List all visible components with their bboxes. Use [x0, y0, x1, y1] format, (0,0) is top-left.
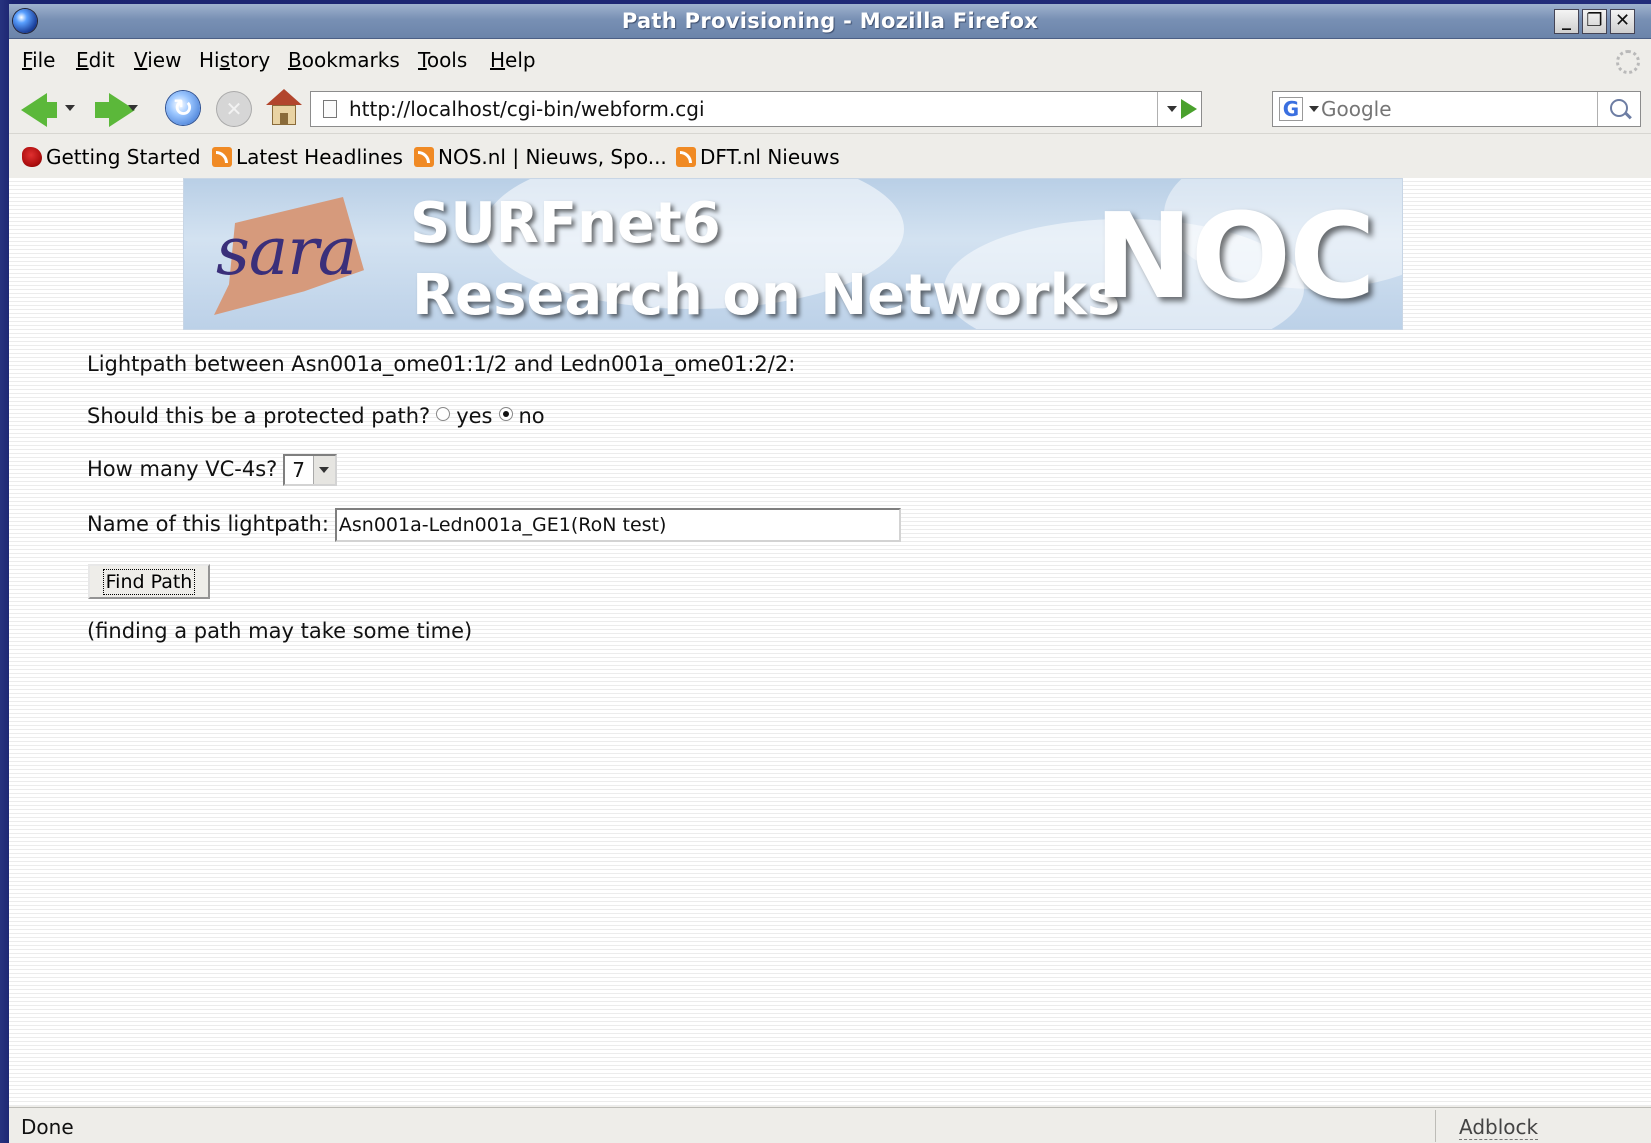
- window-title: Path Provisioning - Mozilla Firefox: [621, 9, 1039, 33]
- bookmark-latest-headlines[interactable]: Latest Headlines: [212, 145, 403, 169]
- bookmark-getting-started[interactable]: Getting Started: [22, 145, 201, 169]
- menu-history-prefix: Hi: [199, 48, 220, 72]
- search-button[interactable]: [1597, 92, 1642, 126]
- throbber-icon: [1616, 50, 1640, 74]
- lightpath-name-row: Name of this lightpath:: [87, 508, 901, 542]
- home-icon: [266, 89, 302, 105]
- banner-subtitle: Research on Networks: [412, 263, 1121, 328]
- menu-help-mnemonic: H: [490, 48, 506, 72]
- forward-history-dropdown-icon[interactable]: [128, 105, 138, 111]
- rss-icon: [676, 147, 696, 167]
- menu-tools-label: ools: [426, 48, 468, 72]
- find-path-button[interactable]: Find Path: [88, 564, 210, 599]
- vc4-dropdown-button[interactable]: [313, 456, 336, 484]
- adblock-button[interactable]: Adblock: [1459, 1115, 1539, 1140]
- url-input[interactable]: [349, 97, 1129, 121]
- close-button[interactable]: ✕: [1610, 9, 1635, 34]
- menu-file-label: ile: [32, 48, 56, 72]
- bookmark-label: Latest Headlines: [236, 145, 403, 169]
- menu-view-mnemonic: V: [134, 48, 148, 72]
- protected-yes-radio[interactable]: [436, 407, 451, 421]
- search-engine-dropdown-icon[interactable]: [1309, 106, 1319, 112]
- page-content: sara SURFnet6 Research on Networks NOC L…: [9, 178, 1651, 1106]
- menu-help-label: elp: [505, 48, 536, 72]
- bookmark-label: NOS.nl | Nieuws, Spo...: [438, 145, 667, 169]
- status-text: Done: [21, 1115, 74, 1139]
- stop-button[interactable]: ✕: [217, 92, 251, 126]
- menu-history-label: tory: [230, 48, 271, 72]
- menu-history-mnemonic: s: [219, 48, 231, 72]
- lightpath-name-input[interactable]: [334, 508, 901, 542]
- bookmark-dft-nl[interactable]: DFT.nl Nieuws: [676, 145, 840, 169]
- banner-title: SURFnet6: [410, 191, 721, 256]
- home-button[interactable]: [266, 89, 302, 125]
- header-banner: sara SURFnet6 Research on Networks NOC: [183, 178, 1403, 330]
- go-arrow-icon: [1181, 99, 1197, 119]
- reload-button[interactable]: ↻: [166, 91, 200, 125]
- go-button[interactable]: [1173, 92, 1201, 126]
- navigation-toolbar: ↻ ✕ G: [9, 79, 1651, 133]
- menu-edit-label: dit: [88, 48, 115, 72]
- lightpath-description: Lightpath between Asn001a_ome01:1/2 and …: [87, 352, 796, 376]
- menu-tools[interactable]: Tools: [418, 48, 467, 72]
- google-engine-icon[interactable]: G: [1279, 97, 1303, 121]
- protected-yes-label[interactable]: yes: [456, 404, 492, 428]
- minimize-icon: _: [1562, 10, 1571, 31]
- page-icon: [323, 100, 337, 118]
- title-bar: Path Provisioning - Mozilla Firefox _ ❐ …: [9, 4, 1651, 39]
- vc4-row: How many VC-4s? 7: [87, 454, 338, 486]
- status-divider: [1435, 1110, 1436, 1142]
- stop-icon: ✕: [225, 97, 243, 121]
- menu-bookmarks-label: ookmarks: [301, 48, 400, 72]
- protected-no-label[interactable]: no: [519, 404, 545, 428]
- bookmark-label: Getting Started: [46, 145, 201, 169]
- search-input[interactable]: [1321, 97, 1581, 121]
- menu-tools-mnemonic: T: [418, 48, 427, 72]
- back-button[interactable]: [43, 102, 57, 118]
- back-history-dropdown-icon[interactable]: [65, 105, 75, 111]
- protected-no-radio[interactable]: [498, 407, 513, 421]
- restore-icon: ❐: [1586, 10, 1603, 31]
- rss-icon: [414, 147, 434, 167]
- menu-bar: File Edit View History Bookmarks Tools H…: [9, 40, 1651, 78]
- menu-help[interactable]: Help: [490, 48, 536, 72]
- reload-icon: ↻: [172, 94, 194, 122]
- browser-window: Path Provisioning - Mozilla Firefox _ ❐ …: [9, 4, 1651, 1143]
- search-bar[interactable]: G: [1272, 91, 1641, 127]
- rss-icon: [212, 147, 232, 167]
- sara-logo: sara: [216, 213, 357, 290]
- menu-history[interactable]: History: [199, 48, 270, 72]
- restore-button[interactable]: ❐: [1582, 9, 1607, 34]
- lightpath-name-label: Name of this lightpath:: [87, 512, 329, 536]
- menu-view-label: iew: [147, 48, 182, 72]
- status-bar: Done Adblock: [9, 1107, 1651, 1143]
- menu-view[interactable]: View: [134, 48, 181, 72]
- bookmark-label: DFT.nl Nieuws: [700, 145, 840, 169]
- url-bar[interactable]: [310, 91, 1202, 127]
- menu-bookmarks[interactable]: Bookmarks: [288, 48, 400, 72]
- vc4-question: How many VC-4s?: [87, 457, 278, 481]
- home-icon-door: [280, 113, 288, 125]
- menu-file-mnemonic: F: [22, 48, 33, 72]
- vc4-selected-value: 7: [292, 458, 306, 482]
- bookmark-nos-nl[interactable]: NOS.nl | Nieuws, Spo...: [414, 145, 667, 169]
- chevron-down-icon: [319, 467, 330, 473]
- magnifier-handle: [1624, 111, 1632, 120]
- firefox-icon: [22, 147, 42, 167]
- forward-button[interactable]: [95, 102, 109, 118]
- bookmarks-toolbar: Getting Started Latest Headlines NOS.nl …: [9, 133, 1651, 179]
- banner-noc: NOC: [1094, 187, 1376, 325]
- vc4-select[interactable]: 7: [283, 454, 338, 486]
- protected-path-row: Should this be a protected path? yes no: [87, 404, 545, 428]
- menu-edit[interactable]: Edit: [76, 48, 115, 72]
- menu-bookmarks-mnemonic: B: [288, 48, 302, 72]
- menu-edit-mnemonic: E: [76, 48, 89, 72]
- time-note: (finding a path may take some time): [87, 619, 473, 643]
- find-path-label: Find Path: [102, 568, 196, 595]
- minimize-button[interactable]: _: [1554, 9, 1579, 34]
- menu-file[interactable]: File: [22, 48, 55, 72]
- close-icon: ✕: [1614, 10, 1631, 31]
- protected-path-question: Should this be a protected path?: [87, 404, 431, 428]
